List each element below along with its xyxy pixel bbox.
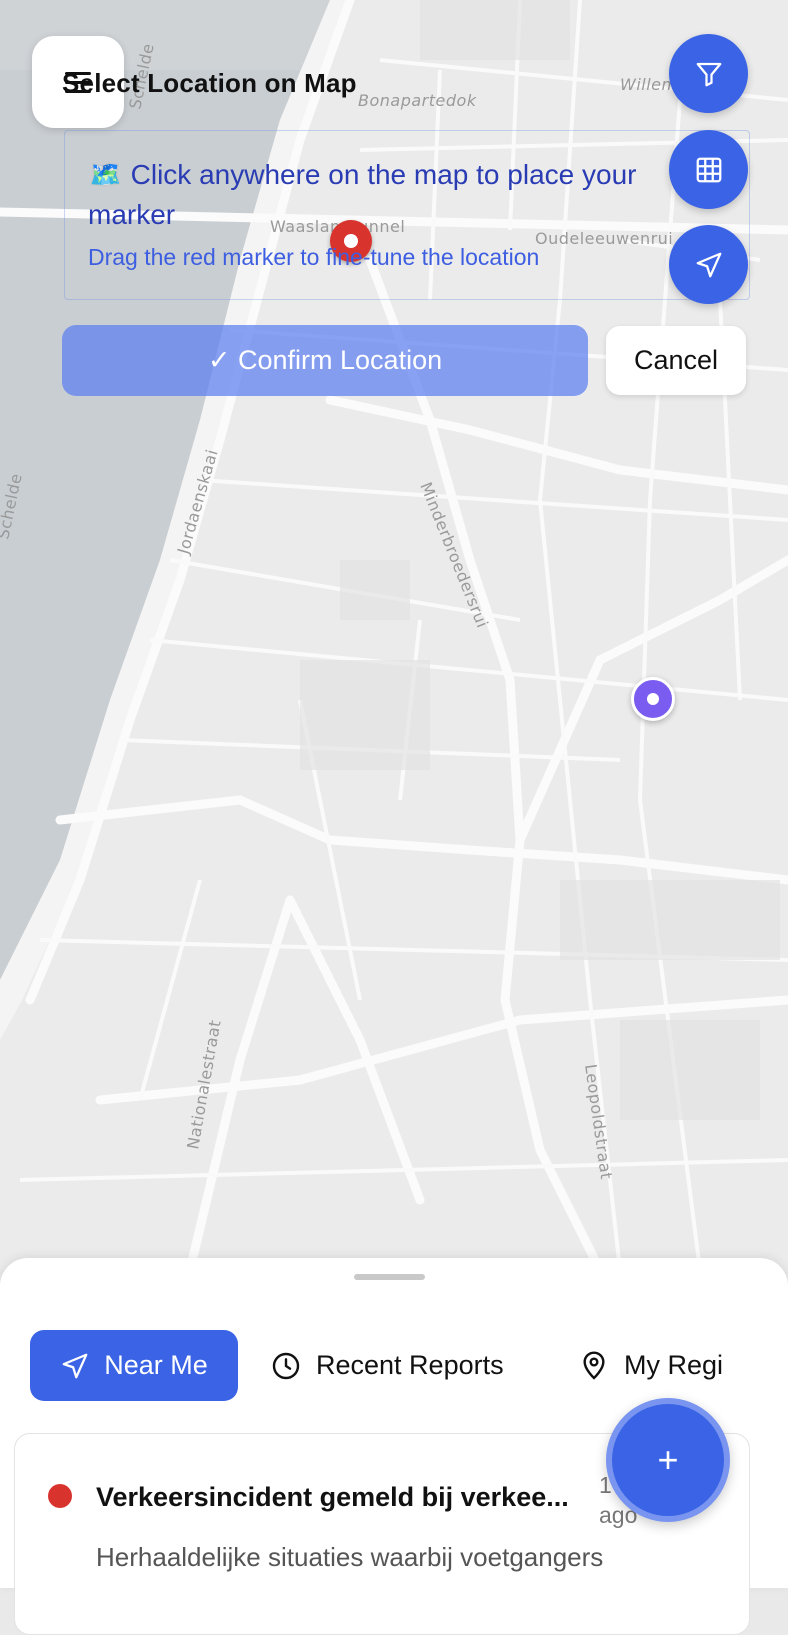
- plus-icon: +: [657, 1439, 679, 1480]
- location-pin-icon: [583, 1350, 605, 1380]
- filter-icon: [696, 62, 721, 86]
- grid-view-button[interactable]: [669, 130, 748, 209]
- cancel-button[interactable]: Cancel: [606, 326, 746, 395]
- grid-icon: [696, 157, 721, 182]
- tab-label: My Regi: [624, 1350, 724, 1380]
- navigate-icon: [62, 1353, 88, 1378]
- tab-recent-reports[interactable]: Recent Reports: [270, 1330, 504, 1401]
- street-label: Leopoldstraat: [581, 1063, 616, 1181]
- report-title: Verkeersincident gemeld bij verkee...: [96, 1482, 569, 1512]
- clock-icon: [272, 1352, 300, 1379]
- page-title: Select Location on Map: [62, 68, 357, 98]
- confirm-location-button[interactable]: ✓ Confirm Location: [62, 325, 588, 396]
- filter-button[interactable]: [669, 34, 748, 113]
- tab-label: Recent Reports: [316, 1350, 504, 1380]
- sheet-drag-handle[interactable]: [354, 1274, 425, 1280]
- instruction-text: 🗺️ Click anywhere on the map to place yo…: [88, 159, 637, 230]
- user-location-dot: [631, 677, 675, 721]
- street-label: Bonapartedok: [358, 91, 477, 110]
- tab-label: Near Me: [104, 1350, 208, 1380]
- report-description: Herhaaldelijke situaties waarbij voetgan…: [96, 1542, 604, 1572]
- locate-me-button[interactable]: [669, 225, 748, 304]
- instruction-subtext: Drag the red marker to fine-tune the loc…: [88, 244, 540, 270]
- tab-my-region[interactable]: My Regi: [578, 1330, 723, 1401]
- add-report-button[interactable]: +: [606, 1398, 730, 1522]
- status-dot: [48, 1484, 72, 1508]
- navigate-icon: [696, 252, 721, 277]
- tab-near-me[interactable]: Near Me: [30, 1330, 238, 1401]
